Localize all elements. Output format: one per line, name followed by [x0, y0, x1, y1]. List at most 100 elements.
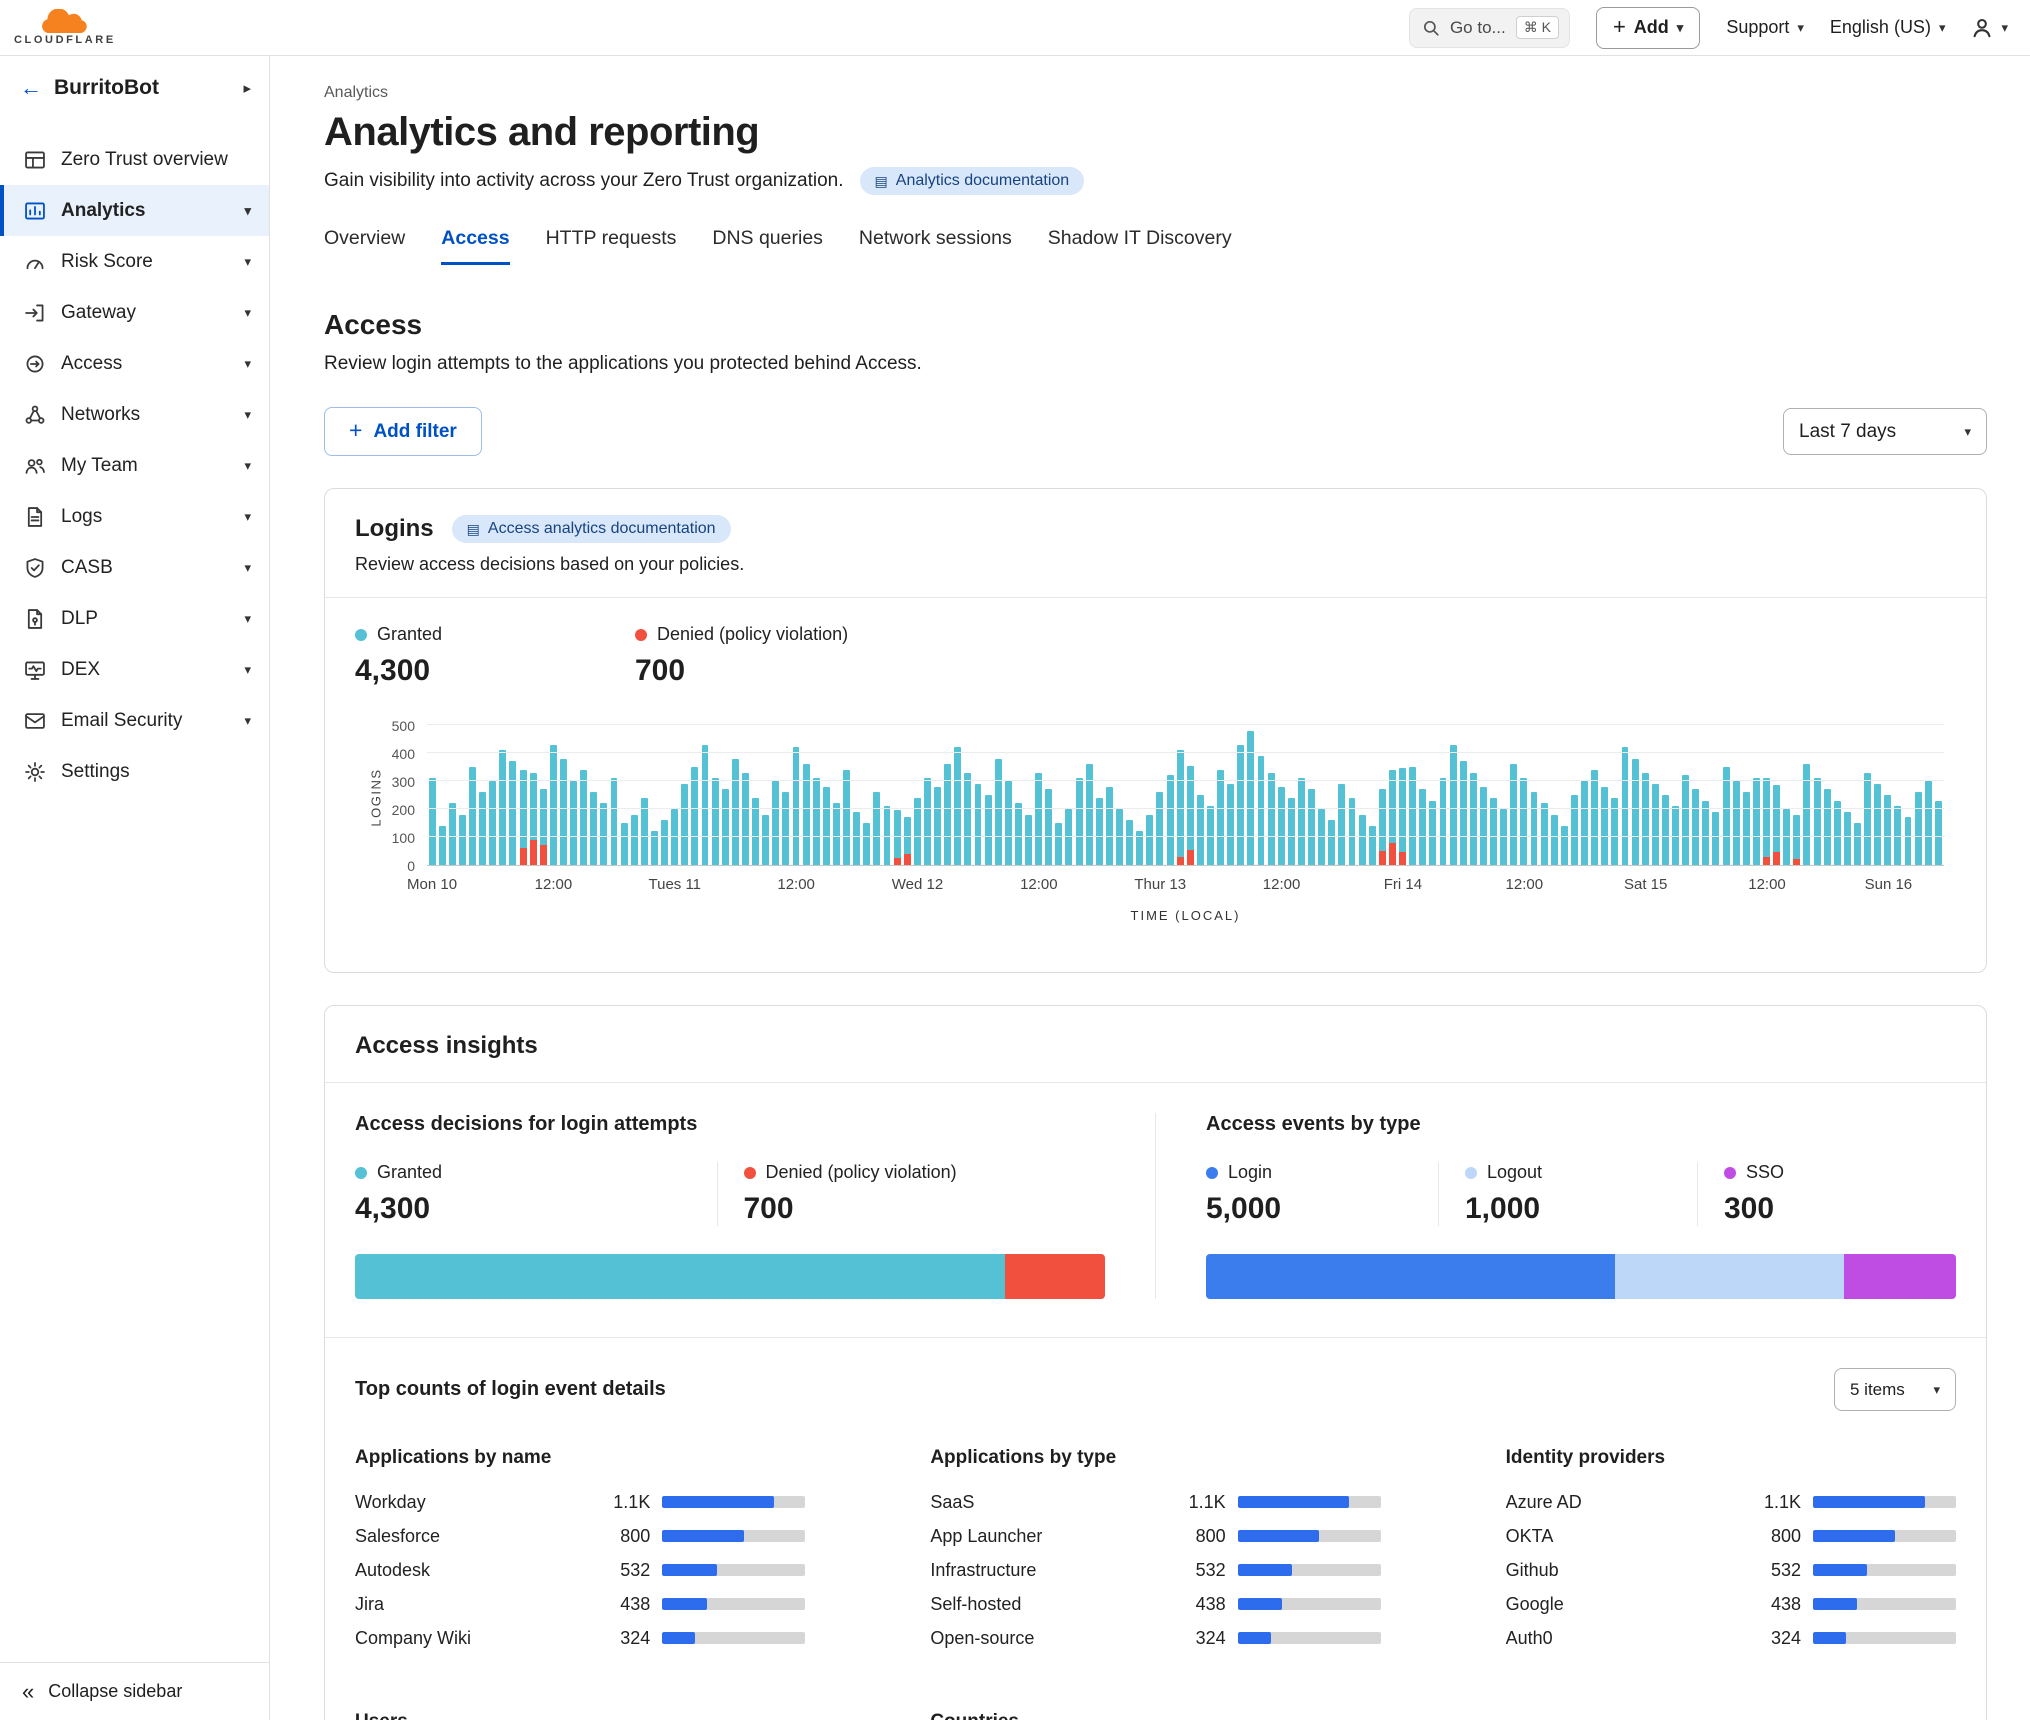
sidebar-item-label: Analytics — [61, 200, 229, 222]
count-bar-fill — [662, 1632, 695, 1644]
chart-bar — [1013, 726, 1023, 865]
x-tick-label: Sat 15 — [1624, 876, 1667, 893]
chart-bar — [993, 726, 1003, 865]
back-arrow-icon[interactable]: ← — [20, 75, 42, 101]
tab-overview[interactable]: Overview — [324, 227, 405, 265]
overview-icon — [24, 149, 46, 171]
top-count-row: Self-hosted438 — [930, 1587, 1380, 1621]
legend-denied-policy-violation: Denied (policy violation)700 — [635, 624, 915, 688]
count-bar-fill — [1813, 1598, 1857, 1610]
chart-bar — [1569, 726, 1579, 865]
document-icon: ▤ — [467, 521, 480, 538]
chart-bar — [609, 726, 619, 865]
sidebar-item-my-team[interactable]: My Team▾ — [0, 440, 269, 491]
top-count-row: Salesforce800 — [355, 1519, 805, 1553]
legend-sso: SSO300 — [1697, 1162, 1956, 1226]
access-analytics-documentation-badge[interactable]: ▤ Access analytics documentation — [452, 515, 731, 543]
access-insights-card: Access insights Access decisions for log… — [324, 1005, 1987, 1720]
chart-bar — [1802, 726, 1812, 865]
chart-bar — [872, 726, 882, 865]
x-tick-label: 12:00 — [777, 876, 815, 893]
top-count-row: Google438 — [1506, 1587, 1956, 1621]
chart-bar — [1741, 726, 1751, 865]
sidebar-item-access[interactable]: Access▾ — [0, 338, 269, 389]
row-value: 532 — [1168, 1560, 1226, 1581]
risk-score-icon — [24, 251, 46, 273]
chart-bar — [1681, 726, 1691, 865]
top-count-row: Company Wiki324 — [355, 1621, 805, 1655]
tab-shadow-it-discovery[interactable]: Shadow IT Discovery — [1048, 227, 1232, 265]
tab-access[interactable]: Access — [441, 227, 509, 265]
sidebar-item-analytics[interactable]: Analytics▾ — [0, 185, 269, 236]
x-tick-label: Tues 11 — [649, 876, 702, 893]
support-menu[interactable]: Support ▾ — [1726, 17, 1804, 38]
chart-bar — [1852, 726, 1862, 865]
sidebar-item-zero-trust-overview[interactable]: Zero Trust overview — [0, 134, 269, 185]
chart-bar — [579, 726, 589, 865]
global-search[interactable]: Go to... ⌘ K — [1409, 8, 1570, 48]
date-range-select[interactable]: Last 7 days ▾ — [1783, 408, 1987, 455]
access-decisions-panel: Access decisions for login attempts Gran… — [355, 1113, 1105, 1299]
tab-dns-queries[interactable]: DNS queries — [712, 227, 823, 265]
chart-bar — [1307, 726, 1317, 865]
sidebar-item-gateway[interactable]: Gateway▾ — [0, 287, 269, 338]
sidebar-item-casb[interactable]: CASB▾ — [0, 542, 269, 593]
add-button[interactable]: + Add ▾ — [1596, 7, 1700, 49]
account-name: BurritoBot — [54, 76, 231, 100]
chart-bar — [508, 726, 518, 865]
language-menu[interactable]: English (US) ▾ — [1830, 17, 1946, 38]
analytics-documentation-badge[interactable]: ▤ Analytics documentation — [860, 167, 1085, 195]
chart-bar — [1074, 726, 1084, 865]
sidebar-item-email-security[interactable]: Email Security▾ — [0, 695, 269, 746]
tab-http-requests[interactable]: HTTP requests — [546, 227, 677, 265]
chart-bar — [1873, 726, 1883, 865]
chart-bar — [1317, 726, 1327, 865]
row-value: 438 — [1743, 1594, 1801, 1615]
account-menu[interactable]: ▾ — [1971, 17, 2008, 39]
sidebar-item-dlp[interactable]: DLP▾ — [0, 593, 269, 644]
access-events-panel: Access events by type Login5,000Logout1,… — [1155, 1113, 1956, 1299]
legend-value: 1,000 — [1465, 1192, 1697, 1226]
logins-card-description: Review access decisions based on your po… — [355, 554, 1956, 575]
chart-bar — [841, 726, 851, 865]
sidebar-item-logs[interactable]: Logs▾ — [0, 491, 269, 542]
chart-bar — [1428, 726, 1438, 865]
chart-bar — [1488, 726, 1498, 865]
chart-bar — [1620, 726, 1630, 865]
page-title: Analytics and reporting — [324, 110, 1987, 155]
sidebar-item-settings[interactable]: Settings — [0, 746, 269, 797]
sidebar-item-risk-score[interactable]: Risk Score▾ — [0, 236, 269, 287]
top-counts-group-countries: CountriesUnited States of America1.1KFra… — [930, 1711, 1380, 1720]
legend-dot — [355, 629, 367, 641]
group-title: Applications by type — [930, 1447, 1380, 1469]
dex-icon — [24, 659, 46, 681]
cloudflare-logo[interactable]: CLOUDFLARE — [14, 9, 116, 46]
tab-network-sessions[interactable]: Network sessions — [859, 227, 1012, 265]
sidebar-item-networks[interactable]: Networks▾ — [0, 389, 269, 440]
chevron-right-icon[interactable]: ▸ — [243, 79, 251, 97]
top-count-row: Github532 — [1506, 1553, 1956, 1587]
add-filter-button[interactable]: + Add filter — [324, 407, 482, 456]
breadcrumb[interactable]: Analytics — [324, 84, 1987, 102]
chart-bar — [781, 726, 791, 865]
chart-bar — [1327, 726, 1337, 865]
chart-bar — [1266, 726, 1276, 865]
chart-bar — [1155, 726, 1165, 865]
sidebar-item-dex[interactable]: DEX▾ — [0, 644, 269, 695]
items-count-select[interactable]: 5 items ▾ — [1834, 1368, 1956, 1411]
sidebar: ← BurritoBot ▸ Zero Trust overviewAnalyt… — [0, 56, 270, 1720]
chart-bar — [1216, 726, 1226, 865]
chevron-down-icon: ▾ — [2001, 20, 2008, 36]
legend-value: 4,300 — [355, 654, 635, 688]
x-tick-label: 12:00 — [1020, 876, 1058, 893]
chevron-down-icon: ▾ — [1797, 20, 1804, 36]
chart-bar — [1579, 726, 1589, 865]
y-tick-label: 500 — [355, 718, 415, 734]
chart-bar — [1721, 726, 1731, 865]
chart-bar — [548, 726, 558, 865]
account-switcher[interactable]: ← BurritoBot ▸ — [0, 56, 269, 120]
sidebar-item-label: Gateway — [61, 302, 229, 324]
document-icon: ▤ — [875, 173, 888, 190]
collapse-sidebar-button[interactable]: « Collapse sidebar — [0, 1662, 269, 1720]
chart-bar — [427, 726, 437, 865]
